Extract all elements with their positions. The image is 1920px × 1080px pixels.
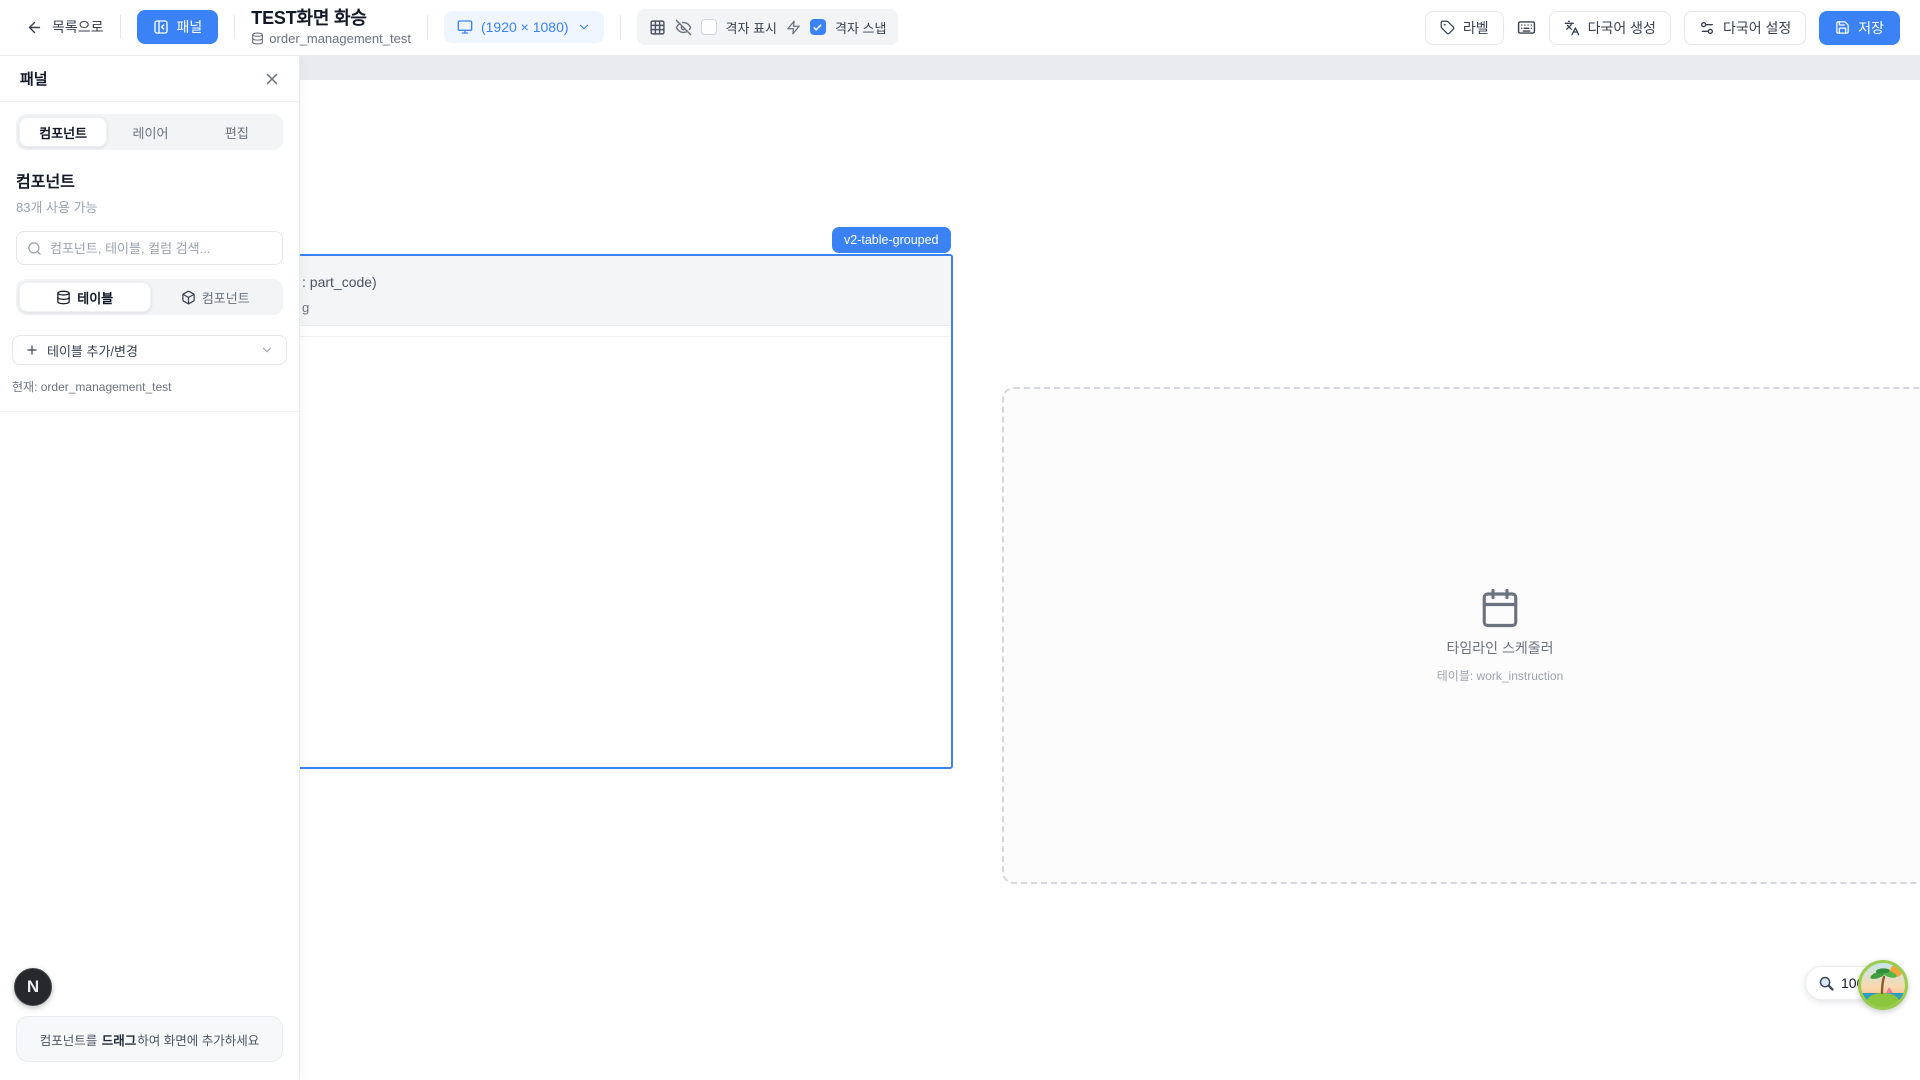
mode-component-label: 컴포넌트 — [202, 288, 250, 307]
component-header-line1: : part_code) — [302, 274, 377, 290]
save-button-text: 저장 — [1858, 18, 1884, 38]
grid-snap-checkbox[interactable] — [810, 19, 826, 35]
resolution-selector[interactable]: (1920 × 1080) — [444, 11, 604, 43]
component-table-divider — [202, 336, 951, 337]
close-icon[interactable] — [263, 70, 281, 88]
divider — [620, 15, 621, 39]
settings-icon — [1699, 20, 1715, 36]
drag-hint: 컴포넌트를 드래그하여 화면에 추가하세요 — [16, 1016, 283, 1062]
panel-left-icon — [153, 19, 169, 35]
panel-toggle-button[interactable]: 패널 — [137, 10, 219, 44]
keyboard-icon[interactable] — [1517, 18, 1536, 37]
source-mode-toggle: 테이블 컴포넌트 — [16, 279, 283, 315]
search-input[interactable] — [50, 241, 272, 256]
component-type-badge: v2-table-grouped — [832, 227, 951, 253]
current-table-label: 현재: order_management_test — [12, 378, 287, 395]
tag-icon — [1440, 20, 1455, 35]
chevron-down-icon — [260, 343, 274, 357]
back-label: 목록으로 — [52, 17, 104, 37]
placeholder-table-ref: 테이블: work_instruction — [1437, 667, 1564, 684]
mode-component-tab[interactable]: 컴포넌트 — [151, 282, 281, 312]
mode-table-label: 테이블 — [77, 288, 113, 307]
i18n-generate-text: 다국어 생성 — [1588, 18, 1656, 38]
component-panel: 패널 컴포넌트 레이어 편집 컴포넌트 83개 사용 가능 — [0, 56, 300, 1080]
languages-icon — [1564, 20, 1580, 36]
grid-options-group: 격자 표시 격자 스냅 — [637, 9, 899, 45]
panel-tabs: 컴포넌트 레이어 편집 — [16, 114, 283, 150]
resolution-label: (1920 × 1080) — [481, 19, 569, 35]
screen-builder-app: v2-table-grouped : part_code) g 타임라인 스케줄… — [0, 0, 1920, 1080]
add-table-button[interactable]: 테이블 추가/변경 — [12, 335, 287, 365]
dev-tools-badge[interactable]: N — [14, 968, 52, 1006]
screen-table-ref: order_management_test — [269, 31, 411, 46]
divider — [120, 15, 121, 39]
panel-divider — [0, 411, 299, 412]
components-section-title: 컴포넌트 — [16, 168, 283, 192]
screen-title: TEST화면 화승 — [251, 9, 411, 29]
search-icon — [27, 241, 42, 256]
component-header-line2: g — [302, 300, 309, 315]
grid-show-checkbox[interactable] — [701, 19, 717, 35]
magnifier-icon — [1818, 975, 1835, 992]
component-header: : part_code) g — [202, 256, 951, 326]
grid-icon[interactable] — [649, 19, 666, 36]
tab-layers[interactable]: 레이어 — [107, 117, 193, 147]
timeline-scheduler-placeholder[interactable]: 타임라인 스케줄러 테이블: work_instruction — [1002, 387, 1920, 884]
label-button[interactable]: 라벨 — [1425, 11, 1504, 45]
chevron-down-icon — [577, 20, 591, 34]
grid-snap-label: 격자 스냅 — [835, 18, 886, 37]
box-icon — [181, 290, 196, 305]
divider — [234, 15, 235, 39]
i18n-settings-button[interactable]: 다국어 설정 — [1684, 11, 1806, 45]
panel-toggle-label: 패널 — [177, 17, 203, 37]
monitor-icon — [457, 19, 473, 35]
grid-show-label: 격자 표시 — [726, 18, 777, 37]
plus-icon — [25, 343, 39, 357]
divider — [427, 15, 428, 39]
island-sticker-image[interactable] — [1858, 960, 1908, 1010]
eye-off-icon[interactable] — [675, 19, 692, 36]
drag-hint-bold: 드래그 — [102, 1034, 137, 1048]
panel-title: 패널 — [20, 68, 48, 89]
drag-hint-suffix: 하여 화면에 추가하세요 — [137, 1034, 259, 1048]
i18n-generate-button[interactable]: 다국어 생성 — [1549, 11, 1671, 45]
calendar-icon — [1479, 587, 1521, 629]
i18n-settings-text: 다국어 설정 — [1723, 18, 1791, 38]
back-to-list-button[interactable]: 목록으로 — [26, 17, 104, 37]
component-search[interactable] — [16, 231, 283, 265]
placeholder-title: 타임라인 스케줄러 — [1447, 638, 1554, 658]
top-toolbar: 목록으로 패널 TEST화면 화승 order_management_test — [0, 0, 1920, 56]
save-icon — [1835, 20, 1850, 35]
save-button[interactable]: 저장 — [1819, 11, 1900, 45]
mode-table-tab[interactable]: 테이블 — [19, 282, 151, 312]
selected-table-component[interactable]: v2-table-grouped : part_code) g — [200, 254, 953, 769]
label-button-text: 라벨 — [1463, 18, 1489, 38]
zap-icon — [786, 20, 801, 35]
tab-edit[interactable]: 편집 — [194, 117, 280, 147]
tab-components[interactable]: 컴포넌트 — [19, 117, 107, 147]
drag-hint-prefix: 컴포넌트를 — [40, 1034, 101, 1048]
database-icon — [56, 290, 71, 305]
components-count: 83개 사용 가능 — [16, 197, 283, 216]
database-icon — [251, 32, 264, 45]
arrow-left-icon — [26, 19, 43, 36]
add-table-label: 테이블 추가/변경 — [47, 341, 138, 360]
